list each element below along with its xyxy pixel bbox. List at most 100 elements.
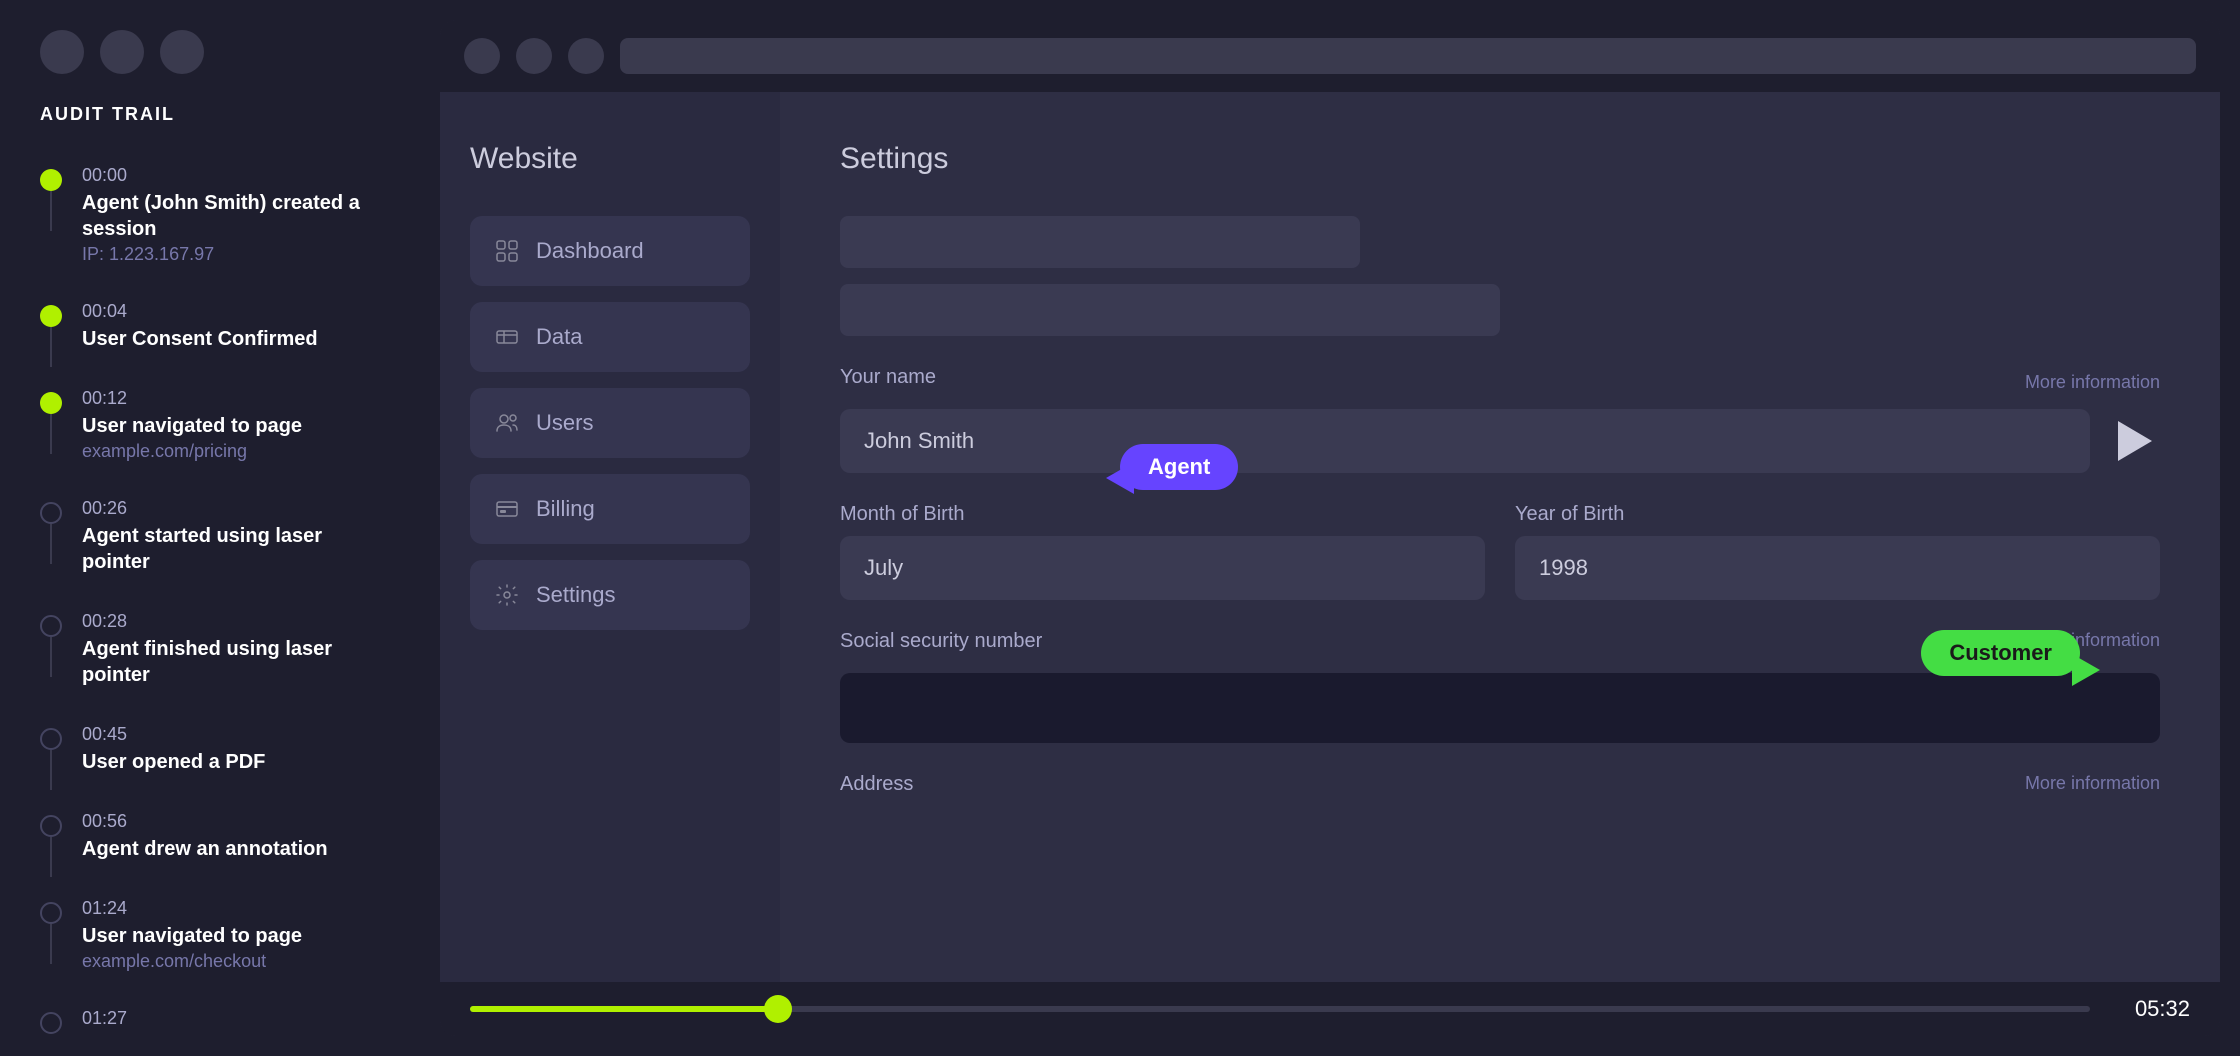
timeline-content: 00:56 Agent drew an annotation bbox=[82, 811, 380, 862]
browser-url-bar[interactable] bbox=[620, 38, 2196, 74]
dot-col bbox=[40, 388, 62, 414]
month-label: Month of Birth bbox=[840, 503, 1485, 526]
year-input[interactable]: 1998 bbox=[1515, 536, 2160, 600]
grid-icon bbox=[494, 238, 520, 264]
timeline-dot-empty bbox=[40, 815, 62, 837]
customer-tooltip: Customer bbox=[1921, 630, 2080, 676]
name-field-header: Your name More information bbox=[840, 366, 2160, 399]
progress-thumb[interactable] bbox=[764, 995, 792, 1023]
timeline-item: 01:27 bbox=[40, 1008, 380, 1034]
name-label: Your name bbox=[840, 366, 936, 389]
birth-row: Month of Birth July Year of Birth 1998 bbox=[840, 503, 2160, 600]
ssn-section: Social security number More information … bbox=[840, 630, 2160, 743]
dot-col bbox=[40, 898, 62, 924]
timeline-time: 01:27 bbox=[82, 1008, 380, 1029]
timeline-dot-empty bbox=[40, 615, 62, 637]
sidebar-item-dashboard[interactable]: Dashboard bbox=[470, 216, 750, 286]
dot-col bbox=[40, 498, 62, 524]
timeline-time: 00:45 bbox=[82, 724, 380, 745]
timeline-line bbox=[50, 191, 52, 231]
billing-label: Billing bbox=[536, 496, 595, 522]
sidebar-item-billing[interactable]: Billing bbox=[470, 474, 750, 544]
timeline-content: 00:45 User opened a PDF bbox=[82, 724, 380, 775]
timeline-text: Agent finished using laser pointer bbox=[82, 636, 380, 688]
name-input[interactable]: John Smith bbox=[840, 409, 2090, 473]
timeline-item: 00:04 User Consent Confirmed bbox=[40, 301, 380, 352]
dot-col bbox=[40, 301, 62, 327]
timeline-time: 00:12 bbox=[82, 388, 380, 409]
data-icon bbox=[494, 324, 520, 350]
dot-col bbox=[40, 1008, 62, 1034]
sidebar-item-settings[interactable]: Settings bbox=[470, 560, 750, 630]
maximize-button[interactable] bbox=[160, 30, 204, 74]
dot-col bbox=[40, 165, 62, 191]
month-input[interactable]: July bbox=[840, 536, 1485, 600]
timeline-time: 00:00 bbox=[82, 165, 380, 186]
window-controls bbox=[0, 30, 420, 104]
address-more-info: More information bbox=[2025, 773, 2160, 806]
timeline-dot bbox=[40, 169, 62, 191]
timeline-text: Agent drew an annotation bbox=[82, 836, 380, 862]
timeline-dot-empty bbox=[40, 502, 62, 524]
timeline-text: User navigated to page bbox=[82, 413, 380, 439]
browser-back-button[interactable] bbox=[464, 38, 500, 74]
year-value: 1998 bbox=[1539, 555, 1588, 581]
timeline: 00:00 Agent (John Smith) created a sessi… bbox=[0, 155, 420, 1034]
timeline-line bbox=[50, 524, 52, 564]
settings-field-1 bbox=[840, 216, 1360, 268]
close-button[interactable] bbox=[40, 30, 84, 74]
main-content: Website Dashboard bbox=[440, 20, 2220, 1036]
ssn-label: Social security number bbox=[840, 630, 1042, 653]
users-icon bbox=[494, 410, 520, 436]
sidebar-item-users[interactable]: Users bbox=[470, 388, 750, 458]
data-label: Data bbox=[536, 324, 582, 350]
timeline-text: User navigated to page bbox=[82, 923, 380, 949]
timeline-time: 00:28 bbox=[82, 611, 380, 632]
agent-label: Agent bbox=[1148, 454, 1210, 479]
progress-time: 05:32 bbox=[2110, 996, 2190, 1022]
month-value: July bbox=[864, 555, 903, 581]
play-button[interactable] bbox=[2110, 416, 2160, 466]
sidebar-item-data[interactable]: Data bbox=[470, 302, 750, 372]
name-row: John Smith bbox=[840, 409, 2160, 473]
timeline-content: 01:24 User navigated to page example.com… bbox=[82, 898, 380, 972]
settings-label: Settings bbox=[536, 582, 616, 608]
address-section: Address More information bbox=[840, 773, 2160, 806]
timeline-text: User opened a PDF bbox=[82, 749, 380, 775]
timeline-content: 00:00 Agent (John Smith) created a sessi… bbox=[82, 165, 380, 265]
browser-forward-button[interactable] bbox=[516, 38, 552, 74]
timeline-text: User Consent Confirmed bbox=[82, 326, 380, 352]
timeline-content: 00:12 User navigated to page example.com… bbox=[82, 388, 380, 462]
timeline-sub: example.com/pricing bbox=[82, 441, 380, 462]
browser-content: Website Dashboard bbox=[440, 92, 2220, 982]
timeline-time: 01:24 bbox=[82, 898, 380, 919]
timeline-line bbox=[50, 924, 52, 964]
year-label: Year of Birth bbox=[1515, 503, 2160, 526]
minimize-button[interactable] bbox=[100, 30, 144, 74]
sidebar: AUDIT TRAIL 00:00 Agent (John Smith) cre… bbox=[0, 0, 420, 1056]
billing-icon bbox=[494, 496, 520, 522]
timeline-sub: example.com/checkout bbox=[82, 951, 380, 972]
website-label: Website bbox=[470, 142, 750, 176]
play-icon bbox=[2118, 421, 2152, 461]
timeline-text: Agent (John Smith) created a session bbox=[82, 190, 380, 242]
dot-col bbox=[40, 724, 62, 750]
timeline-item: 00:28 Agent finished using laser pointer bbox=[40, 611, 380, 688]
timeline-line bbox=[50, 837, 52, 877]
timeline-item: 00:45 User opened a PDF bbox=[40, 724, 380, 775]
timeline-line bbox=[50, 414, 52, 454]
users-label: Users bbox=[536, 410, 593, 436]
timeline-item: 00:26 Agent started using laser pointer bbox=[40, 498, 380, 575]
browser-refresh-button[interactable] bbox=[568, 38, 604, 74]
timeline-content: 00:28 Agent finished using laser pointer bbox=[82, 611, 380, 688]
progress-track[interactable] bbox=[470, 1006, 2090, 1012]
timeline-content: 00:26 Agent started using laser pointer bbox=[82, 498, 380, 575]
progress-bar-area: 05:32 bbox=[440, 982, 2220, 1036]
timeline-item: 00:12 User navigated to page example.com… bbox=[40, 388, 380, 462]
ssn-input[interactable] bbox=[840, 673, 2160, 743]
year-col: Year of Birth 1998 bbox=[1515, 503, 2160, 600]
address-label-row: Address More information bbox=[840, 773, 2160, 806]
timeline-dot-empty bbox=[40, 902, 62, 924]
timeline-item: 01:24 User navigated to page example.com… bbox=[40, 898, 380, 972]
agent-laser-pointer bbox=[1106, 462, 1134, 494]
